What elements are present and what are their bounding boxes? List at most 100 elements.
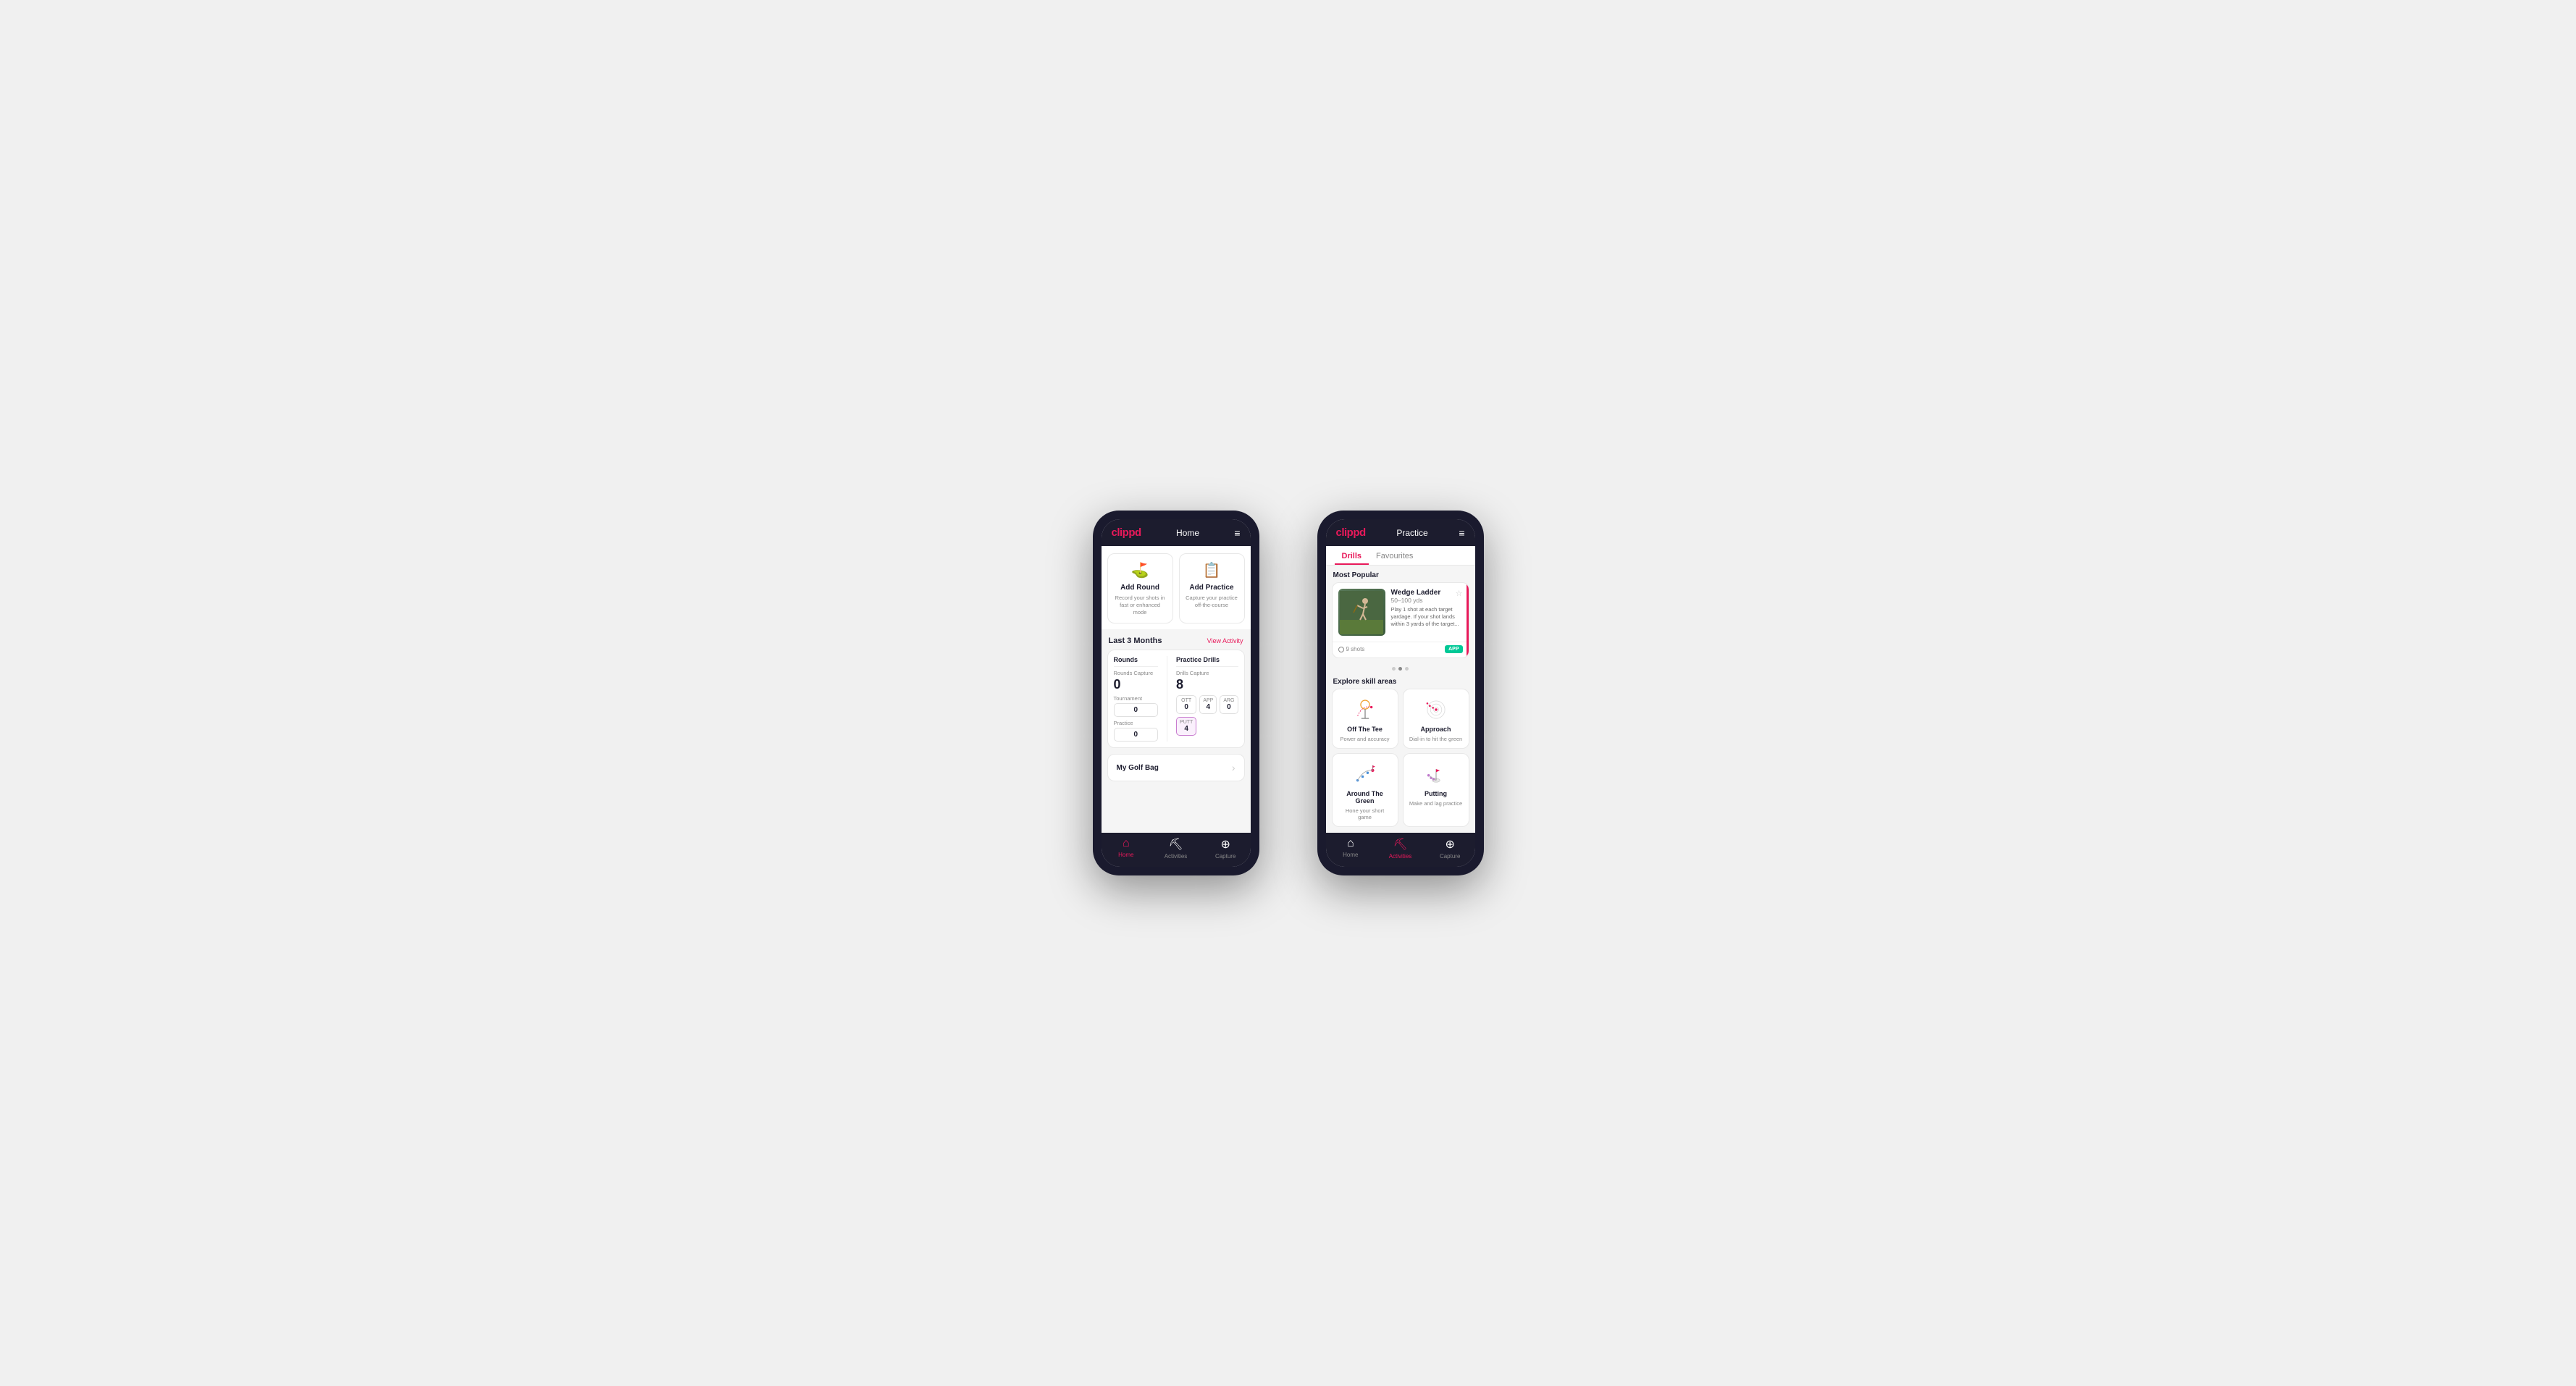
drill-thumbnail [1338,589,1385,636]
skill-grid: Off The Tee Power and accuracy [1326,689,1475,833]
bottom-nav-home: ⌂ Home ⛏ Activities ⊕ Capture [1102,833,1251,867]
explore-label: Explore skill areas [1326,673,1475,689]
bottom-nav-practice: ⌂ Home ⛏ Activities ⊕ Capture [1326,833,1475,867]
most-popular-label: Most Popular [1326,566,1475,582]
app-header-home: clippd Home ≡ [1102,519,1251,546]
around-green-desc: Hone your short game [1338,807,1392,820]
around-green-icon-area [1349,761,1381,787]
off-the-tee-icon [1351,697,1379,722]
capture-nav-icon-2: ⊕ [1445,837,1454,852]
drill-footer: 9 shots APP [1333,642,1469,658]
ott-value: 0 [1180,703,1193,711]
favourite-star-icon[interactable]: ☆ [1456,589,1463,598]
app-badge: APP [1445,645,1462,653]
putt-label: PUTT [1180,720,1193,725]
golfer-svg [1340,591,1383,634]
activities-nav-label: Activities [1165,853,1188,860]
practice-box: 0 [1114,728,1159,742]
arg-box: ARG 0 [1220,695,1238,714]
nav-capture-2[interactable]: ⊕ Capture [1425,837,1475,860]
approach-icon [1422,697,1450,722]
home-nav-icon: ⌂ [1123,837,1130,850]
tournament-label: Tournament [1114,695,1159,702]
tab-favourites[interactable]: Favourites [1369,546,1420,565]
add-round-card[interactable]: ⛳ Add Round Record your shots in fast or… [1107,553,1173,623]
skill-card-around-the-green[interactable]: Around The Green Hone your short game [1332,753,1398,827]
rounds-capture-label: Rounds Capture [1114,670,1159,676]
add-practice-icon: 📋 [1203,561,1221,579]
capture-nav-label-2: Capture [1440,853,1460,860]
putting-desc: Make and lag practice [1409,800,1462,807]
rounds-col: Rounds Rounds Capture 0 Tournament 0 Pra… [1114,656,1159,742]
dot-3 [1405,667,1409,671]
golf-bag-arrow: › [1232,762,1235,773]
home-nav-icon-2: ⌂ [1347,837,1354,850]
capture-nav-icon: ⊕ [1220,837,1230,852]
app-logo: clippd [1112,526,1141,539]
app-label: APP [1203,698,1213,703]
drills-col: Practice Drills Drills Capture 8 OTT 0 A… [1176,656,1238,742]
off-the-tee-desc: Power and accuracy [1341,736,1390,742]
rounds-title: Rounds [1114,656,1159,667]
tab-drills[interactable]: Drills [1335,546,1369,565]
activities-nav-icon: ⛏ [1168,837,1183,852]
putting-name: Putting [1425,790,1447,797]
drill-stats-grid: OTT 0 APP 4 ARG 0 [1176,695,1238,736]
practice-menu-icon[interactable]: ≡ [1459,527,1464,539]
tabs-row: Drills Favourites [1326,546,1475,566]
nav-capture[interactable]: ⊕ Capture [1201,837,1251,860]
arg-label: ARG [1223,698,1234,703]
activities-nav-label-2: Activities [1389,853,1412,860]
activities-nav-icon-2: ⛏ [1393,837,1407,852]
tournament-value: 0 [1117,706,1155,714]
nav-home-2[interactable]: ⌂ Home [1326,837,1376,860]
off-the-tee-icon-area [1349,697,1381,723]
golf-bag-row[interactable]: My Golf Bag › [1107,754,1245,781]
add-practice-card[interactable]: 📋 Add Practice Capture your practice off… [1179,553,1245,623]
capture-nav-label: Capture [1215,853,1235,860]
around-green-icon [1351,762,1379,786]
skill-card-putting[interactable]: Putting Make and lag practice [1403,753,1469,827]
stats-card: Rounds Rounds Capture 0 Tournament 0 Pra… [1107,650,1245,748]
home-nav-label-2: Home [1343,852,1358,858]
putting-icon-area [1420,761,1452,787]
add-round-icon: ⛳ [1131,561,1149,579]
ott-label: OTT [1180,698,1193,703]
menu-icon[interactable]: ≡ [1234,527,1240,539]
nav-activities-2[interactable]: ⛏ Activities [1375,837,1425,860]
skill-card-approach[interactable]: Approach Dial-in to hit the green [1403,689,1469,749]
skill-card-off-the-tee[interactable]: Off The Tee Power and accuracy [1332,689,1398,749]
drill-shots: 9 shots [1338,646,1365,652]
home-nav-label: Home [1118,852,1133,858]
around-green-name: Around The Green [1338,790,1392,805]
putting-icon [1422,762,1450,786]
circle-icon [1338,647,1344,652]
putt-box: PUTT 4 [1176,717,1196,736]
app-header-practice: clippd Practice ≡ [1326,519,1475,546]
phone-practice: clippd Practice ≡ Drills Favourites Most… [1317,511,1484,875]
view-activity-link[interactable]: View Activity [1207,637,1243,644]
rounds-big-value: 0 [1114,677,1159,692]
off-the-tee-name: Off The Tee [1347,726,1383,733]
home-content: ⛳ Add Round Record your shots in fast or… [1102,546,1251,833]
practice-label: Practice [1114,720,1159,726]
nav-home[interactable]: ⌂ Home [1102,837,1151,860]
drill-title: Wedge Ladder [1391,589,1441,597]
nav-activities[interactable]: ⛏ Activities [1151,837,1201,860]
practice-value: 0 [1117,731,1155,739]
drill-info: Wedge Ladder 50–100 yds ☆ Play 1 shot at… [1391,589,1463,636]
quick-actions-row: ⛳ Add Round Record your shots in fast or… [1102,546,1251,629]
drill-card[interactable]: Wedge Ladder 50–100 yds ☆ Play 1 shot at… [1332,582,1469,658]
arg-value: 0 [1223,703,1234,711]
app-value: 4 [1203,703,1213,711]
drill-description: Play 1 shot at each target yardage. If y… [1391,606,1463,627]
add-round-subtitle: Record your shots in fast or enhanced mo… [1114,595,1167,616]
practice-header-title: Practice [1396,528,1427,538]
dot-2 [1398,667,1402,671]
add-practice-subtitle: Capture your practice off-the-course [1186,595,1238,609]
ott-box: OTT 0 [1176,695,1196,714]
practice-content: Most Popular [1326,566,1475,833]
dot-1 [1392,667,1396,671]
activity-section-header: Last 3 Months View Activity [1102,629,1251,650]
tournament-box: 0 [1114,703,1159,717]
